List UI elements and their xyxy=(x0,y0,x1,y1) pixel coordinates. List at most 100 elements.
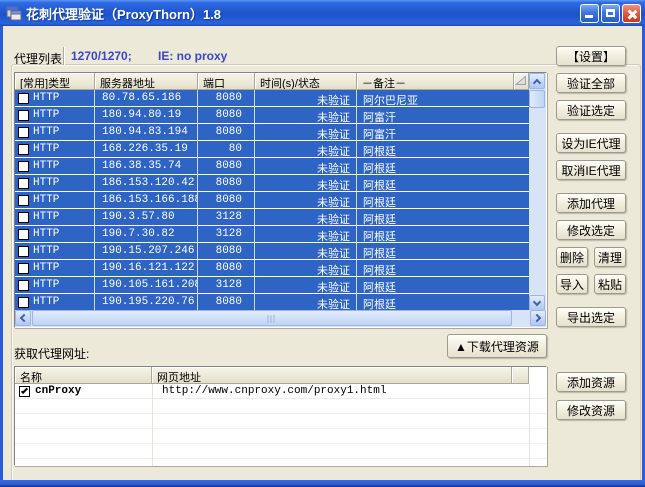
set-ie-proxy-button[interactable]: 设为IE代理 xyxy=(556,133,626,153)
proxy-type-cell: HTTP xyxy=(15,90,95,106)
proxy-table-header: [常用]类型 服务器地址 端口 时间(s)/状态 －备注－ xyxy=(15,73,529,90)
scroll-up-button[interactable] xyxy=(529,73,545,89)
row-checkbox[interactable] xyxy=(18,161,29,172)
column-header-url[interactable]: 网页地址 xyxy=(152,367,512,384)
proxy-note-cell: 阿根廷 xyxy=(357,243,529,259)
table-row[interactable]: HTTP168.226.35.1980未验证阿根廷 xyxy=(15,141,529,157)
column-header-type[interactable]: [常用]类型 xyxy=(15,73,95,90)
status-separator xyxy=(63,47,65,65)
add-resource-button[interactable]: 添加资源 xyxy=(556,372,626,392)
row-checkbox[interactable] xyxy=(18,263,29,274)
row-checkbox[interactable] xyxy=(18,144,29,155)
sidebar-button-stack: 【设置】 验证全部 验证选定 设为IE代理 取消IE代理 添加代理 修改选定 删… xyxy=(556,46,626,334)
scroll-right-button[interactable] xyxy=(530,310,546,326)
column-header-name[interactable]: 名称 xyxy=(15,367,152,384)
column-header-status[interactable]: 时间(s)/状态 xyxy=(255,73,357,90)
proxy-table-body: HTTP80.78.65.1868080未验证阿尔巴尼亚HTTP180.94.8… xyxy=(15,90,529,311)
resource-row[interactable]: cnProxy http://www.cnproxy.com/proxy1.ht… xyxy=(15,384,546,399)
verify-selected-button[interactable]: 验证选定 xyxy=(556,100,626,120)
horizontal-scroll-thumb[interactable] xyxy=(32,310,512,326)
proxy-address-cell: 80.78.65.186 xyxy=(95,90,198,106)
resource-checkbox[interactable] xyxy=(19,386,30,397)
import-button[interactable]: 导入 xyxy=(556,274,588,294)
proxy-type: HTTP xyxy=(33,143,59,155)
row-checkbox[interactable] xyxy=(18,195,29,206)
window-controls xyxy=(580,4,641,23)
table-row[interactable]: HTTP190.15.207.2468080未验证阿根廷 xyxy=(15,243,529,259)
proxy-type-cell: HTTP xyxy=(15,141,95,157)
app-icon xyxy=(6,5,22,21)
proxy-port-cell: 8080 xyxy=(198,192,255,208)
maximize-button[interactable] xyxy=(601,4,620,23)
minimize-button[interactable] xyxy=(580,4,599,23)
proxy-port-cell: 8080 xyxy=(198,260,255,276)
horizontal-scrollbar[interactable] xyxy=(15,310,546,327)
proxy-status-cell: 未验证 xyxy=(255,277,357,293)
table-row[interactable]: HTTP180.94.83.1948080未验证阿富汗 xyxy=(15,124,529,140)
clean-button[interactable]: 清理 xyxy=(594,247,626,267)
proxy-type: HTTP xyxy=(33,296,59,308)
table-row[interactable]: HTTP190.16.121.1228080未验证阿根廷 xyxy=(15,260,529,276)
resource-name: cnProxy xyxy=(35,385,81,397)
row-checkbox[interactable] xyxy=(18,280,29,291)
proxy-status-cell: 未验证 xyxy=(255,175,357,191)
column-header-port[interactable]: 端口 xyxy=(198,73,255,90)
export-selected-button[interactable]: 导出选定 xyxy=(556,307,626,327)
column-header-address[interactable]: 服务器地址 xyxy=(95,73,198,90)
titlebar[interactable]: 花刺代理验证（ProxyThorn）1.8 xyxy=(0,0,645,26)
row-checkbox[interactable] xyxy=(18,110,29,121)
column-header-note[interactable]: －备注－ xyxy=(357,73,514,90)
row-checkbox[interactable] xyxy=(18,127,29,138)
row-checkbox[interactable] xyxy=(18,178,29,189)
row-checkbox[interactable] xyxy=(18,297,29,308)
settings-button[interactable]: 【设置】 xyxy=(556,46,626,66)
vertical-scroll-thumb[interactable] xyxy=(529,90,545,108)
table-row[interactable]: HTTP190.3.57.803128未验证阿根廷 xyxy=(15,209,529,225)
proxy-port-cell: 3128 xyxy=(198,277,255,293)
minimize-icon xyxy=(585,15,593,18)
resource-column-divider xyxy=(529,384,530,466)
table-row[interactable]: HTTP80.78.65.1868080未验证阿尔巴尼亚 xyxy=(15,90,529,106)
add-proxy-button[interactable]: 添加代理 xyxy=(556,193,626,213)
proxy-note-cell: 阿根廷 xyxy=(357,209,529,225)
edit-resource-button[interactable]: 修改资源 xyxy=(556,400,626,420)
paste-button[interactable]: 粘贴 xyxy=(594,274,626,294)
close-button[interactable] xyxy=(622,4,641,23)
row-checkbox[interactable] xyxy=(18,93,29,104)
row-checkbox[interactable] xyxy=(18,246,29,257)
scroll-thumb-grip xyxy=(268,315,277,323)
cancel-ie-proxy-button[interactable]: 取消IE代理 xyxy=(556,160,626,180)
sort-indicator-icon xyxy=(515,77,527,89)
resource-section-label: 获取代理网址: xyxy=(14,345,89,362)
proxy-port-cell: 8080 xyxy=(198,243,255,259)
table-row[interactable]: HTTP180.94.80.198080未验证阿富汗 xyxy=(15,107,529,123)
table-row[interactable]: HTTP190.7.30.823128未验证阿根廷 xyxy=(15,226,529,242)
resource-table-header: 名称 网页地址 xyxy=(15,367,529,384)
table-row[interactable]: HTTP186.153.120.428080未验证阿根廷 xyxy=(15,175,529,191)
chevron-right-icon xyxy=(533,314,541,322)
proxy-type: HTTP xyxy=(33,262,59,274)
delete-button[interactable]: 删除 xyxy=(556,247,588,267)
scroll-down-button[interactable] xyxy=(529,295,545,311)
proxy-port-cell: 8080 xyxy=(198,294,255,310)
vertical-scrollbar[interactable] xyxy=(529,73,546,311)
verify-all-button[interactable]: 验证全部 xyxy=(556,73,626,93)
proxy-type: HTTP xyxy=(33,160,59,172)
column-header-sort-zone[interactable] xyxy=(514,73,529,90)
proxy-address-cell: 180.94.83.194 xyxy=(95,124,198,140)
table-row[interactable]: HTTP190.195.220.768080未验证阿根廷 xyxy=(15,294,529,310)
proxy-type-cell: HTTP xyxy=(15,124,95,140)
proxy-address-cell: 190.7.30.82 xyxy=(95,226,198,242)
table-row[interactable]: HTTP186.38.35.748080未验证阿根廷 xyxy=(15,158,529,174)
scroll-left-button[interactable] xyxy=(15,310,31,326)
delete-clean-row: 删除 清理 xyxy=(556,247,626,267)
resource-name-cell: cnProxy xyxy=(15,385,152,397)
table-row[interactable]: HTTP190.105.161.2083128未验证阿根廷 xyxy=(15,277,529,293)
row-checkbox[interactable] xyxy=(18,229,29,240)
edit-selected-button[interactable]: 修改选定 xyxy=(556,220,626,240)
table-row[interactable]: HTTP186.153.166.1888080未验证阿根廷 xyxy=(15,192,529,208)
row-checkbox[interactable] xyxy=(18,212,29,223)
download-resources-button[interactable]: ▲下载代理资源 xyxy=(447,334,547,358)
proxy-port-cell: 8080 xyxy=(198,158,255,174)
proxy-status-cell: 未验证 xyxy=(255,209,357,225)
